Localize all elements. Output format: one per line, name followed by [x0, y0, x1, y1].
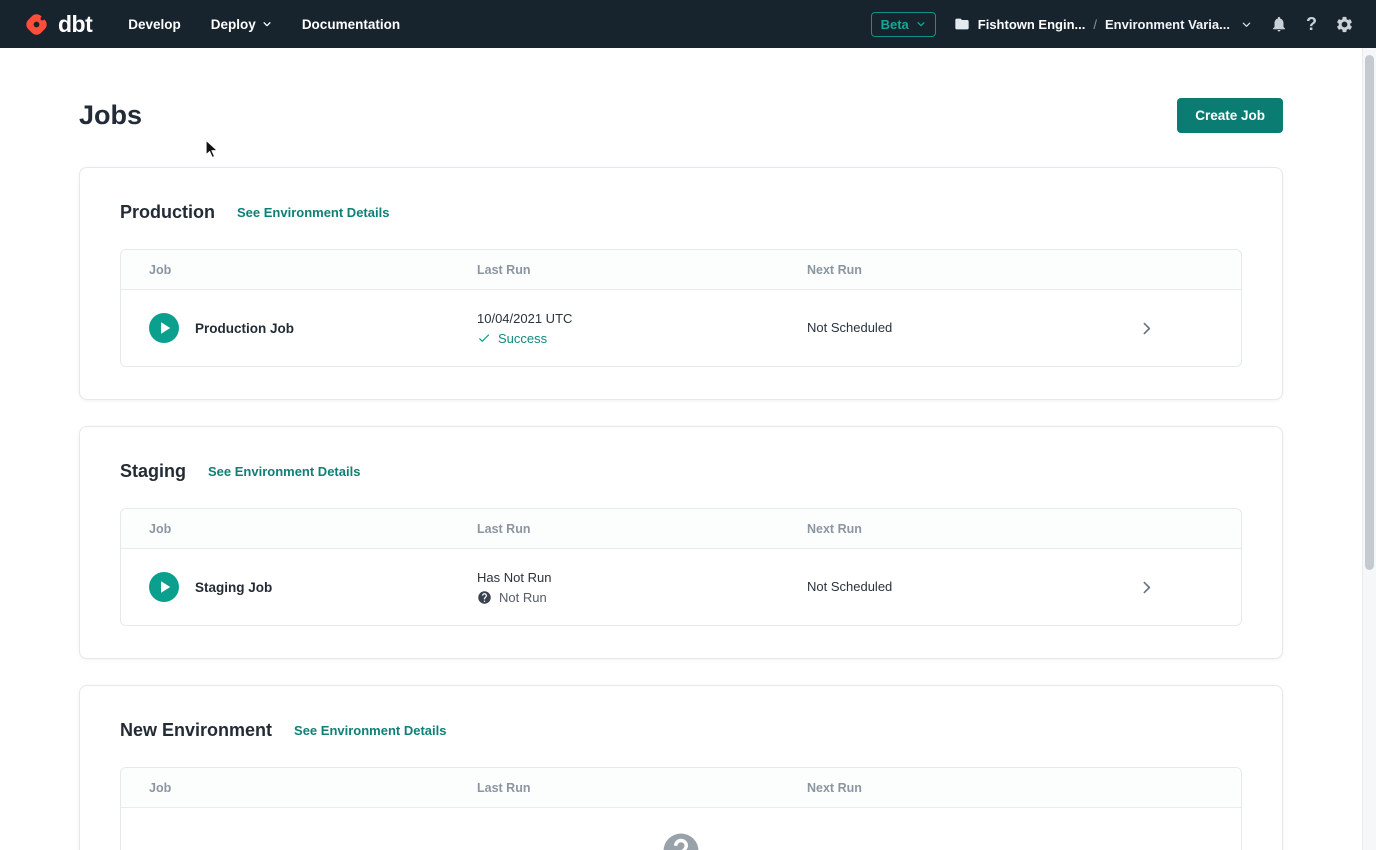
environment-card-production: Production See Environment Details Job L… — [79, 167, 1283, 400]
see-environment-details-link[interactable]: See Environment Details — [237, 205, 389, 220]
jobs-table: Job Last Run Next Run Production Job 10/… — [120, 249, 1242, 367]
column-header-job: Job — [121, 522, 477, 536]
brand-text: dbt — [58, 11, 92, 38]
folder-icon — [954, 16, 970, 32]
vertical-scrollbar[interactable] — [1362, 48, 1376, 850]
column-header-job: Job — [121, 781, 477, 795]
chevron-down-icon — [262, 19, 272, 29]
table-header-row: Job Last Run Next Run — [121, 509, 1241, 549]
create-job-button[interactable]: Create Job — [1177, 98, 1283, 133]
last-run-date: 10/04/2021 UTC — [477, 311, 807, 326]
nav-item-develop[interactable]: Develop — [128, 17, 181, 32]
column-header-job: Job — [121, 263, 477, 277]
run-job-play-icon[interactable] — [149, 572, 179, 602]
job-row[interactable]: Staging Job Has Not Run Not Run Not Sche… — [121, 549, 1241, 625]
check-icon — [477, 331, 491, 345]
column-header-last-run: Last Run — [477, 263, 807, 277]
bell-icon[interactable] — [1270, 15, 1288, 33]
primary-nav: Develop Deploy Documentation — [128, 17, 400, 32]
next-run: Not Scheduled — [807, 579, 892, 594]
chevron-right-icon[interactable] — [1138, 320, 1155, 337]
environment-name: Production — [120, 202, 215, 223]
nav-item-deploy[interactable]: Deploy — [211, 17, 272, 32]
jobs-table: Job Last Run Next Run Staging Job Has No… — [120, 508, 1242, 626]
jobs-table: Job Last Run Next Run — [120, 767, 1242, 850]
environment-card-header: Production See Environment Details — [120, 202, 1242, 223]
column-header-next-run: Next Run — [807, 781, 1051, 795]
job-row[interactable]: Production Job 10/04/2021 UTC Success No… — [121, 290, 1241, 366]
environment-card-header: New Environment See Environment Details — [120, 720, 1242, 741]
environment-card-staging: Staging See Environment Details Job Last… — [79, 426, 1283, 659]
nav-item-documentation[interactable]: Documentation — [302, 17, 400, 32]
empty-state-question-icon — [660, 830, 702, 850]
scrollbar-thumb[interactable] — [1365, 55, 1374, 570]
status-badge: Success — [477, 331, 807, 346]
see-environment-details-link[interactable]: See Environment Details — [294, 723, 446, 738]
gear-icon[interactable] — [1335, 15, 1354, 34]
dbt-logo-icon — [22, 10, 51, 39]
status-badge: Not Run — [477, 590, 807, 605]
status-label: Success — [498, 331, 547, 346]
topbar-right-cluster: Beta Fishtown Engin... / Environment Var… — [871, 12, 1354, 37]
status-label: Not Run — [499, 590, 547, 605]
environment-name: New Environment — [120, 720, 272, 741]
table-header-row: Job Last Run Next Run — [121, 250, 1241, 290]
see-environment-details-link[interactable]: See Environment Details — [208, 464, 360, 479]
environment-card-new-environment: New Environment See Environment Details … — [79, 685, 1283, 850]
page-header-row: Jobs Create Job — [79, 98, 1283, 133]
column-header-next-run: Next Run — [807, 263, 1051, 277]
table-header-row: Job Last Run Next Run — [121, 768, 1241, 808]
help-icon[interactable]: ? — [1306, 14, 1317, 35]
job-name: Staging Job — [195, 580, 272, 595]
column-header-last-run: Last Run — [477, 522, 807, 536]
main-content: Jobs Create Job Production See Environme… — [79, 98, 1283, 850]
column-header-last-run: Last Run — [477, 781, 807, 795]
job-name: Production Job — [195, 321, 294, 336]
last-run-date: Has Not Run — [477, 570, 807, 585]
run-job-play-icon[interactable] — [149, 313, 179, 343]
top-navigation-bar: dbt Develop Deploy Documentation Beta Fi… — [0, 0, 1376, 48]
next-run: Not Scheduled — [807, 320, 892, 335]
beta-badge[interactable]: Beta — [871, 12, 936, 37]
breadcrumb-separator: / — [1093, 17, 1097, 32]
breadcrumb[interactable]: Fishtown Engin... / Environment Varia... — [954, 16, 1252, 32]
breadcrumb-project[interactable]: Fishtown Engin... — [978, 17, 1086, 32]
chevron-down-icon — [916, 19, 926, 29]
question-circle-icon — [477, 590, 492, 605]
column-header-next-run: Next Run — [807, 522, 1051, 536]
environment-card-header: Staging See Environment Details — [120, 461, 1242, 482]
chevron-right-icon[interactable] — [1138, 579, 1155, 596]
chevron-down-icon — [1241, 19, 1252, 30]
dbt-logo[interactable]: dbt — [22, 10, 92, 39]
empty-state — [121, 808, 1241, 850]
environment-name: Staging — [120, 461, 186, 482]
breadcrumb-page[interactable]: Environment Varia... — [1105, 17, 1230, 32]
page-title: Jobs — [79, 100, 142, 131]
